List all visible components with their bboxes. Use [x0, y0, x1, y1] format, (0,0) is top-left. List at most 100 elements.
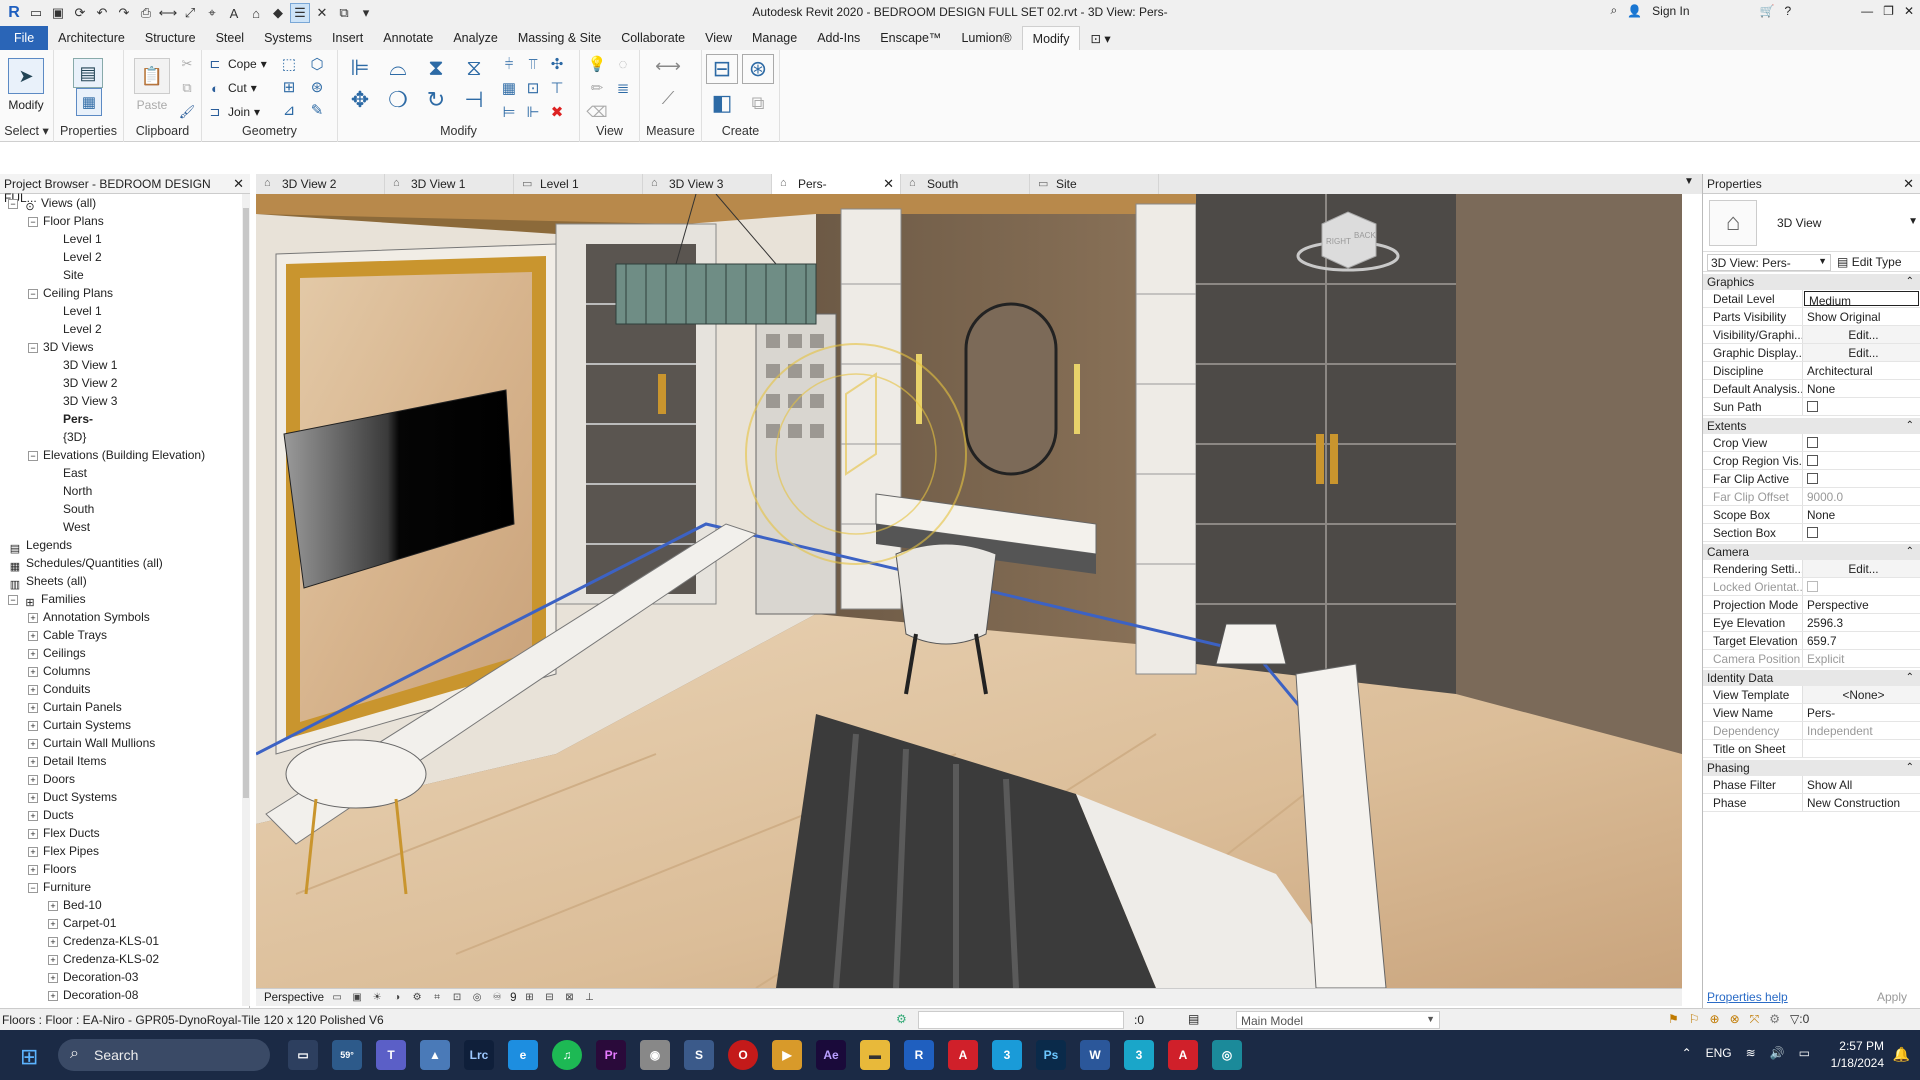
override-icon[interactable]: ◌ [612, 54, 634, 74]
volume-icon[interactable]: 🔊 [1770, 1046, 1785, 1060]
align-icon[interactable]: ⊫ [344, 54, 376, 82]
steam-icon[interactable]: ◉ [640, 1040, 670, 1070]
binoculars-icon[interactable]: ⌕ [1610, 3, 1617, 18]
view-tabs-dropdown-icon[interactable]: ▼ [1684, 176, 1694, 187]
active-model-select[interactable]: Main Model ▼ [1236, 1011, 1440, 1029]
offset-icon[interactable]: ⌓ [382, 54, 414, 82]
scrollbar-thumb[interactable] [243, 208, 249, 798]
battery-icon[interactable]: ▭ [1799, 1046, 1810, 1060]
ribbon-tab-steel[interactable]: Steel [206, 26, 255, 50]
collapse-icon[interactable]: − [8, 198, 18, 209]
property-group-header[interactable]: Identity Data ⌃ [1703, 670, 1920, 686]
property-checkbox[interactable] [1803, 578, 1920, 595]
property-value[interactable]: Architectural [1803, 362, 1920, 379]
face-select-icon[interactable]: ⊗ [1730, 1012, 1740, 1027]
cart-icon[interactable]: 🛒 [1760, 4, 1775, 18]
tree-node[interactable]: {3D} [0, 428, 242, 446]
shadows-icon[interactable]: ◑ [390, 992, 404, 1004]
measure-between-icon[interactable]: ⟷ [648, 56, 688, 76]
property-value[interactable]: New Construction [1803, 794, 1920, 811]
ribbon-options-icon[interactable]: ⊡ ▾ [1080, 26, 1120, 50]
ribbon-tab-view[interactable]: View [695, 26, 742, 50]
tree-node[interactable]: − Floor Plans [0, 212, 242, 230]
tree-node[interactable]: Level 2 [0, 248, 242, 266]
tree-node[interactable]: + Curtain Panels [0, 698, 242, 716]
properties-help-link[interactable]: Properties help [1707, 990, 1788, 1004]
collapse-icon[interactable]: − [28, 216, 38, 227]
trim-icon[interactable]: ⊣ [458, 86, 490, 114]
help-icon[interactable]: ? [1784, 4, 1791, 18]
project-browser-scrollbar[interactable] [242, 194, 250, 1006]
tree-node[interactable]: + Decoration-08 [0, 986, 242, 1002]
property-group-header[interactable]: Camera ⌃ [1703, 544, 1920, 560]
revit-taskbar-icon[interactable]: R [904, 1040, 934, 1070]
media-player-icon[interactable]: ▶ [772, 1040, 802, 1070]
tree-node[interactable]: + Decoration-03 [0, 968, 242, 986]
tree-node[interactable]: + Credenza-KLS-01 [0, 932, 242, 950]
close-tab-icon[interactable]: ✕ [883, 176, 894, 192]
tree-node[interactable]: Level 1 [0, 230, 242, 248]
reveal-hidden-icon[interactable]: ♾ [490, 992, 504, 1004]
expand-icon[interactable]: + [28, 630, 38, 641]
close-icon[interactable]: ✕ [1903, 176, 1914, 192]
links-icon[interactable]: ⚑ [1668, 1012, 1679, 1027]
show-crop-icon[interactable]: ⊡ [450, 992, 464, 1004]
mirror-pick-icon[interactable]: ⧗ [420, 54, 452, 82]
photos-icon[interactable]: ▲ [420, 1040, 450, 1070]
temp-hide-icon[interactable]: ◎ [470, 992, 484, 1004]
language-indicator[interactable]: ENG [1706, 1046, 1732, 1060]
collapse-group-icon[interactable]: ⌃ [1906, 418, 1914, 434]
create-parts-icon[interactable]: ⊛ [742, 54, 774, 84]
tree-node[interactable]: − ⊞ Families [0, 590, 242, 609]
expand-icon[interactable]: + [28, 648, 38, 659]
create-assembly-icon[interactable]: ⊟ [706, 54, 738, 84]
collapse-group-icon[interactable]: ⌃ [1906, 760, 1914, 776]
tree-node[interactable]: + Flex Pipes [0, 842, 242, 860]
premiere-icon[interactable]: Pr [596, 1040, 626, 1070]
hide-icon[interactable]: 💡 [586, 54, 608, 74]
property-value[interactable] [1803, 740, 1920, 757]
tree-node[interactable]: + Annotation Symbols [0, 608, 242, 626]
tree-node[interactable]: + Conduits [0, 680, 242, 698]
tree-node[interactable]: Level 2 [0, 320, 242, 338]
split-face-icon[interactable]: ⬚ [278, 54, 300, 74]
tree-node[interactable]: West [0, 518, 242, 536]
ribbon-tab-lumion[interactable]: Lumion® [951, 26, 1021, 50]
expand-icon[interactable]: + [28, 810, 38, 821]
paint-icon[interactable]: ⊛ [306, 77, 328, 97]
mirror-draw-icon[interactable]: ⧖ [458, 54, 490, 82]
delete-icon[interactable]: ✖ [546, 102, 568, 122]
expand-icon[interactable]: + [28, 828, 38, 839]
tree-node[interactable]: ▦ Schedules/Quantities (all) [0, 554, 242, 573]
edge-icon[interactable]: e [508, 1040, 538, 1070]
tree-node[interactable]: ▤ Legends [0, 536, 242, 555]
property-group-header[interactable]: Graphics ⌃ [1703, 274, 1920, 290]
close-icon[interactable]: ✕ [233, 176, 244, 192]
tree-node[interactable]: − ⊙ Views (all) [0, 194, 242, 213]
tree-node[interactable]: + Floors [0, 860, 242, 878]
paste-button[interactable]: 📋 Paste [130, 52, 174, 120]
cut-geometry-button[interactable]: ◐ Cut ▾ [206, 80, 257, 96]
tree-node[interactable]: + Ceilings [0, 644, 242, 662]
visibility-icon[interactable]: ≣ [612, 78, 634, 98]
collapse-icon[interactable]: − [8, 594, 18, 605]
3dsmax-2-icon[interactable]: 3 [1124, 1040, 1154, 1070]
constraints-icon[interactable]: ⊥ [583, 992, 597, 1004]
workset-icon[interactable]: ⚙ [896, 1012, 907, 1026]
property-checkbox[interactable] [1803, 470, 1920, 487]
tree-node[interactable]: North [0, 482, 242, 500]
notification-icon[interactable]: 🔔 [1893, 1046, 1910, 1063]
cope-button[interactable]: ⊏ Cope ▾ [206, 56, 267, 72]
modify-select-button[interactable]: ➤ Modify [4, 52, 48, 120]
view-tab-3d-view-1[interactable]: ⌂ 3D View 1 [385, 174, 514, 194]
ribbon-tab-manage[interactable]: Manage [742, 26, 807, 50]
3dsmax-icon[interactable]: 3 [992, 1040, 1022, 1070]
tree-node[interactable]: −3D Views [0, 338, 242, 356]
tree-node[interactable]: East [0, 464, 242, 482]
property-value[interactable]: Pers- [1803, 704, 1920, 721]
property-edit-button[interactable]: Edit... [1803, 560, 1920, 577]
beam-join-icon[interactable]: ⊿ [278, 100, 300, 120]
ribbon-tab-systems[interactable]: Systems [254, 26, 322, 50]
underlay-icon[interactable]: ⚐ [1689, 1012, 1700, 1027]
view-tab-pers[interactable]: ⌂ Pers- ✕ [772, 174, 901, 194]
